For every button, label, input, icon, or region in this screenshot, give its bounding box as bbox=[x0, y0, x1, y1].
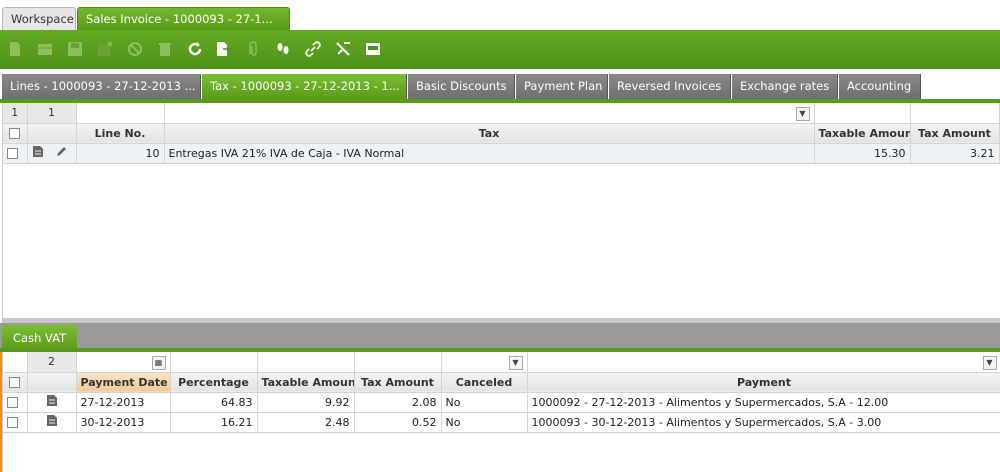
select-all-checkbox[interactable] bbox=[3, 123, 28, 144]
save-close-icon[interactable] bbox=[94, 38, 116, 60]
cell-tax[interactable]: Entregas IVA 21% IVA de Caja - IVA Norma… bbox=[164, 143, 815, 164]
row-counter: 1 bbox=[3, 103, 28, 124]
filter-row: 2 ▦ ▼ ▼ bbox=[3, 352, 1000, 373]
header-tax[interactable]: Tax bbox=[164, 123, 815, 144]
cell-tax-amount[interactable]: 3.21 bbox=[910, 143, 1000, 164]
tab-sales-invoice[interactable]: Sales Invoice - 1000093 - 27-1...✕ bbox=[77, 7, 290, 48]
document-icon[interactable] bbox=[32, 145, 44, 161]
document-icon[interactable] bbox=[46, 414, 58, 430]
chevron-down-icon[interactable]: ▼ bbox=[508, 355, 523, 370]
filter-tax[interactable]: ▼ bbox=[164, 103, 815, 124]
cash-vat-grid: 2 ▦ ▼ ▼ Payment Date ▲ Percentage Taxabl… bbox=[2, 352, 1000, 472]
row-checkbox[interactable] bbox=[3, 143, 28, 164]
filter-percentage[interactable] bbox=[170, 352, 258, 373]
header-row: Line No. Tax Taxable Amount Tax Amount bbox=[3, 123, 1000, 144]
header-tax-amount[interactable]: Tax Amount bbox=[354, 372, 442, 393]
cell-line-no[interactable]: 10 bbox=[76, 143, 165, 164]
filter-payment-date[interactable]: ▦ bbox=[76, 352, 171, 373]
cell-payment-date[interactable]: 30-12-2013 bbox=[76, 412, 171, 433]
selected-counter: 1 bbox=[27, 103, 77, 124]
header-actions bbox=[27, 372, 77, 393]
row-counter: 2 bbox=[27, 352, 77, 373]
document-icon[interactable] bbox=[46, 394, 58, 410]
cell-payment[interactable]: 1000092 - 27-12-2013 - Alimentos y Super… bbox=[527, 392, 1000, 413]
new-document-icon[interactable] bbox=[4, 38, 26, 60]
cell-tax-amount[interactable]: 2.08 bbox=[354, 392, 442, 413]
cell-canceled[interactable]: No bbox=[441, 392, 528, 413]
header-tax-amount[interactable]: Tax Amount bbox=[910, 123, 1000, 144]
chevron-down-icon[interactable]: ▼ bbox=[795, 106, 810, 121]
filter-taxable-amount[interactable] bbox=[257, 352, 355, 373]
cell-percentage[interactable]: 64.83 bbox=[170, 392, 258, 413]
toolbar bbox=[0, 30, 1000, 69]
export-icon[interactable] bbox=[212, 38, 234, 60]
print-icon[interactable] bbox=[362, 38, 384, 60]
table-row[interactable]: 27-12-2013 64.83 9.92 2.08 No 1000092 - … bbox=[3, 392, 1000, 413]
cell-payment-date[interactable]: 27-12-2013 bbox=[76, 392, 171, 413]
cell-taxable-amount[interactable]: 9.92 bbox=[257, 392, 355, 413]
tab-basic-discounts[interactable]: Basic Discounts bbox=[408, 74, 515, 99]
header-payment-date-label: Payment Date bbox=[80, 375, 168, 389]
header-taxable-amount[interactable]: Taxable Amount bbox=[814, 123, 911, 144]
tab-tax[interactable]: Tax - 1000093 - 27-12-2013 - 1... bbox=[202, 74, 407, 99]
row-checkbox[interactable] bbox=[3, 412, 28, 433]
window-tab-bar: Workspace Sales Invoice - 1000093 - 27-1… bbox=[0, 0, 1000, 48]
refresh-icon[interactable] bbox=[184, 38, 206, 60]
row-actions bbox=[27, 392, 77, 413]
attachment-icon[interactable] bbox=[242, 38, 264, 60]
header-taxable-amount[interactable]: Taxable Amount bbox=[257, 372, 355, 393]
filter-tax-amount[interactable] bbox=[354, 352, 442, 373]
filter-payment[interactable]: ▼ bbox=[527, 352, 1000, 373]
cell-taxable-amount[interactable]: 2.48 bbox=[257, 412, 355, 433]
tab-lines[interactable]: Lines - 1000093 - 27-12-2013 ... bbox=[2, 74, 201, 99]
cell-percentage[interactable]: 16.21 bbox=[170, 412, 258, 433]
table-row[interactable]: 30-12-2013 16.21 2.48 0.52 No 1000093 - … bbox=[3, 412, 1000, 433]
header-percentage[interactable]: Percentage bbox=[170, 372, 258, 393]
chevron-down-icon[interactable]: ▼ bbox=[982, 355, 997, 370]
new-row-icon[interactable] bbox=[34, 38, 56, 60]
tab-payment-plan[interactable]: Payment Plan bbox=[516, 74, 608, 99]
cell-canceled[interactable]: No bbox=[441, 412, 528, 433]
cell-payment[interactable]: 1000093 - 30-12-2013 - Alimentos y Super… bbox=[527, 412, 1000, 433]
process-icon[interactable] bbox=[332, 38, 354, 60]
row-checkbox[interactable] bbox=[3, 392, 28, 413]
audit-trail-icon[interactable] bbox=[272, 38, 294, 60]
select-all-checkbox[interactable] bbox=[3, 372, 28, 393]
delete-icon[interactable] bbox=[154, 38, 176, 60]
cell-tax-amount[interactable]: 0.52 bbox=[354, 412, 442, 433]
tab-workspace[interactable]: Workspace bbox=[2, 7, 76, 30]
calendar-icon[interactable]: ▦ bbox=[151, 355, 166, 370]
tax-grid: 1 1 ▼ Line No. Tax Taxable Amount Tax Am… bbox=[2, 103, 1000, 318]
header-line-no[interactable]: Line No. bbox=[76, 123, 165, 144]
link-icon[interactable] bbox=[302, 38, 324, 60]
edit-pencil-icon[interactable] bbox=[55, 146, 67, 161]
record-tab-bar: Lines - 1000093 - 27-12-2013 ... Tax - 1… bbox=[0, 69, 1000, 103]
tab-sales-invoice-label: Sales Invoice - 1000093 - 27-1... bbox=[86, 12, 273, 26]
tab-exchange-rates[interactable]: Exchange rates bbox=[732, 74, 838, 99]
row-actions bbox=[27, 143, 77, 164]
cell-taxable-amount[interactable]: 15.30 bbox=[814, 143, 911, 164]
filter-tax-amount[interactable] bbox=[910, 103, 1000, 124]
header-payment[interactable]: Payment bbox=[527, 372, 1000, 393]
header-payment-date[interactable]: Payment Date ▲ bbox=[76, 372, 171, 393]
filter-taxable-amount[interactable] bbox=[814, 103, 911, 124]
header-actions bbox=[27, 123, 77, 144]
undo-icon[interactable] bbox=[124, 38, 146, 60]
header-row: Payment Date ▲ Percentage Taxable Amount… bbox=[3, 372, 1000, 393]
filter-canceled[interactable]: ▼ bbox=[441, 352, 528, 373]
table-row[interactable]: 10 Entregas IVA 21% IVA de Caja - IVA No… bbox=[3, 143, 1000, 164]
row-actions bbox=[27, 412, 77, 433]
tab-accounting[interactable]: Accounting bbox=[839, 74, 921, 99]
filter-line-no[interactable] bbox=[76, 103, 165, 124]
filter-row: 1 1 ▼ bbox=[3, 103, 1000, 124]
header-canceled[interactable]: Canceled bbox=[441, 372, 528, 393]
tab-reversed-invoices[interactable]: Reversed Invoices bbox=[609, 74, 731, 99]
filter-spacer bbox=[3, 352, 28, 373]
save-icon[interactable] bbox=[64, 38, 86, 60]
